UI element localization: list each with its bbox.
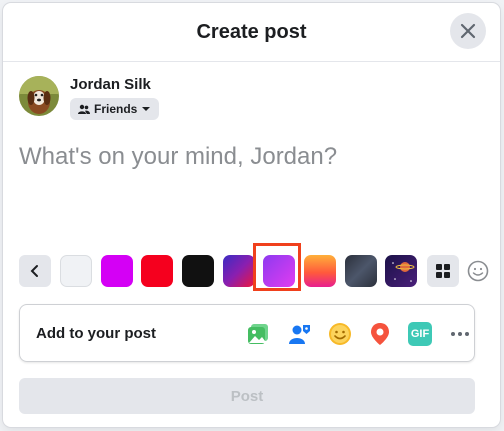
photo-video-icon[interactable] bbox=[246, 322, 270, 346]
background-swatch-white[interactable] bbox=[60, 255, 92, 287]
all-backgrounds-button[interactable] bbox=[427, 255, 459, 287]
user-name[interactable]: Jordan Silk bbox=[70, 76, 151, 93]
caret-down-icon bbox=[142, 107, 151, 111]
background-swatch-magenta[interactable] bbox=[101, 255, 133, 287]
more-icon[interactable] bbox=[448, 322, 472, 346]
close-icon bbox=[460, 23, 476, 39]
add-to-post-label: Add to your post bbox=[36, 325, 156, 342]
background-swatch-black[interactable] bbox=[182, 255, 214, 287]
background-picker bbox=[19, 243, 489, 291]
gif-label: GIF bbox=[410, 328, 430, 340]
smiley-icon bbox=[467, 260, 489, 282]
post-button-label: Post bbox=[230, 387, 264, 405]
audience-selector[interactable]: Friends bbox=[70, 98, 160, 120]
audience-label: Friends bbox=[94, 102, 138, 116]
check-in-icon[interactable] bbox=[368, 322, 392, 346]
background-swatch-red[interactable] bbox=[141, 255, 173, 287]
gif-icon[interactable]: GIF bbox=[408, 322, 432, 346]
post-text-input[interactable]: What's on your mind, Jordan? bbox=[19, 143, 479, 171]
create-post-dialog: Create post Jordan Silk Friends What's o… bbox=[3, 3, 500, 427]
feeling-icon[interactable] bbox=[328, 322, 352, 346]
emoji-button[interactable] bbox=[467, 260, 489, 287]
background-swatch-purple-red-gradient[interactable] bbox=[223, 255, 255, 287]
background-swatch-orange-pink-gradient[interactable] bbox=[304, 255, 336, 287]
grid-icon bbox=[436, 264, 450, 278]
dog-avatar-image bbox=[19, 76, 59, 116]
dialog-title: Create post bbox=[196, 21, 307, 43]
tag-people-icon[interactable] bbox=[288, 322, 312, 346]
collapse-backgrounds-button[interactable] bbox=[19, 255, 51, 287]
avatar[interactable] bbox=[19, 76, 59, 116]
close-button[interactable] bbox=[450, 13, 486, 49]
chevron-left-icon bbox=[30, 265, 38, 277]
post-button[interactable]: Post bbox=[19, 378, 475, 414]
background-swatch-space-illustration[interactable] bbox=[385, 255, 417, 287]
add-to-post-bar: Add to your post GIF bbox=[19, 304, 475, 362]
selected-swatch-highlight bbox=[253, 243, 301, 291]
dialog-header: Create post bbox=[3, 3, 500, 62]
friends-icon bbox=[78, 104, 90, 114]
background-swatch-dark-slate-pattern[interactable] bbox=[345, 255, 377, 287]
planet-icon bbox=[392, 262, 415, 282]
